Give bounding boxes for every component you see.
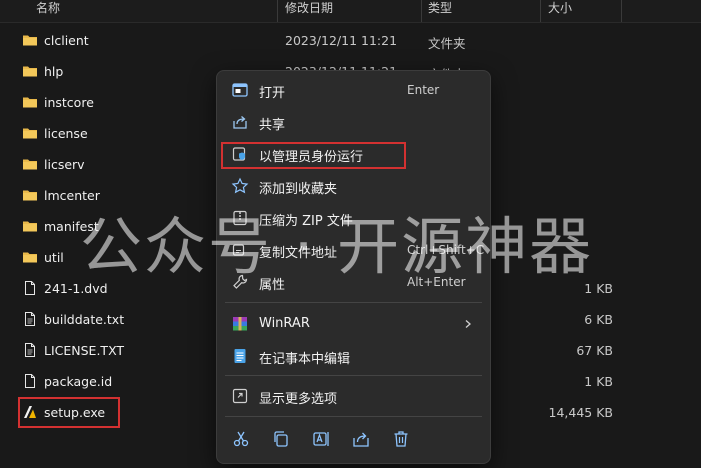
menu-item-edit-notepad[interactable]: 在记事本中编辑 <box>217 341 490 371</box>
column-divider[interactable] <box>540 0 541 22</box>
column-divider[interactable] <box>621 0 622 22</box>
column-size[interactable]: 大小 <box>548 0 572 20</box>
menu-item-label: 显示更多选项 <box>259 392 338 407</box>
menu-item-label: 打开 <box>259 86 286 101</box>
menu-item-label: 属性 <box>259 278 286 293</box>
file-name: LICENSE.TXT <box>44 343 125 358</box>
file-size: 67 KB <box>576 343 613 358</box>
chevron-right-icon <box>465 320 471 328</box>
folder-icon <box>23 97 37 108</box>
folder-icon <box>23 35 37 46</box>
file-name: lmcenter <box>44 188 100 203</box>
more-options-icon <box>232 388 248 404</box>
file-icon <box>25 374 35 388</box>
file-icon <box>25 281 35 295</box>
highlight-box-setup <box>18 397 120 428</box>
folder-icon <box>23 252 37 263</box>
menu-separator <box>225 302 482 303</box>
file-name: 241-1.dvd <box>44 281 108 296</box>
menu-item-properties[interactable]: 属性 Alt+Enter <box>217 267 490 297</box>
file-name: clclient <box>44 33 89 48</box>
star-icon <box>231 177 249 194</box>
notepad-icon <box>234 349 246 363</box>
winrar-icon <box>233 317 247 331</box>
menu-item-compress-zip[interactable]: 压缩为 ZIP 文件 <box>217 203 490 233</box>
menu-item-winrar[interactable]: WinRAR <box>217 309 490 339</box>
share-icon <box>233 116 247 129</box>
zip-icon <box>233 210 247 226</box>
column-type[interactable]: 类型 <box>428 0 452 20</box>
menu-item-add-favorite[interactable]: 添加到收藏夹 <box>217 171 490 201</box>
menu-separator <box>225 375 482 376</box>
file-size: 1 KB <box>584 281 613 296</box>
rename-icon[interactable] <box>311 429 331 449</box>
file-size: 6 KB <box>584 312 613 327</box>
file-size: 1 KB <box>584 374 613 389</box>
folder-icon <box>23 159 37 170</box>
menu-item-open[interactable]: 打开 Enter <box>217 75 490 105</box>
file-icon <box>25 312 35 326</box>
folder-icon <box>23 128 37 139</box>
menu-item-shortcut: Alt+Enter <box>407 275 466 289</box>
copy-path-icon <box>232 244 245 256</box>
file-name: hlp <box>44 64 64 79</box>
file-name: license <box>44 126 88 141</box>
file-icon <box>25 343 35 357</box>
menu-item-shortcut: Enter <box>407 83 440 97</box>
open-icon <box>232 83 248 97</box>
column-divider[interactable] <box>277 0 278 22</box>
copy-icon[interactable] <box>271 429 291 449</box>
cut-icon[interactable] <box>231 429 251 449</box>
menu-item-label: 共享 <box>259 118 286 133</box>
delete-icon[interactable] <box>391 429 411 449</box>
menu-item-share[interactable]: 共享 <box>217 107 490 137</box>
file-name: instcore <box>44 95 94 110</box>
menu-separator <box>225 416 482 417</box>
menu-item-label: 复制文件地址 <box>259 246 338 261</box>
column-divider[interactable] <box>421 0 422 22</box>
column-name[interactable]: 名称 <box>36 0 60 20</box>
file-name: manifest <box>44 219 99 234</box>
folder-icon <box>23 190 37 201</box>
folder-icon <box>23 221 37 232</box>
menu-item-copy-path[interactable]: 复制文件地址 Ctrl+Shift+C <box>217 235 490 265</box>
wrench-icon <box>233 274 248 289</box>
context-menu: 打开 Enter 共享 以管理员身份运行 添加到收藏夹 压缩为 ZIP 文件 复… <box>216 70 491 464</box>
file-type: 文件夹 <box>428 36 466 51</box>
menu-item-shortcut: Ctrl+Shift+C <box>407 243 485 257</box>
menu-item-more-options[interactable]: 显示更多选项 <box>217 381 490 411</box>
file-name: util <box>44 250 64 265</box>
column-header: 名称 修改日期 类型 大小 <box>0 0 701 23</box>
column-date[interactable]: 修改日期 <box>285 0 333 20</box>
file-name: package.id <box>44 374 113 389</box>
file-name: licserv <box>44 157 85 172</box>
highlight-box-run-as-admin <box>221 142 406 169</box>
file-date: 2023/12/11 11:21 <box>285 33 398 48</box>
menu-item-label: WinRAR <box>259 316 310 331</box>
share-icon[interactable] <box>351 429 371 449</box>
folder-icon <box>23 66 37 77</box>
file-size: 14,445 KB <box>548 405 613 420</box>
table-row[interactable]: clclient 2023/12/11 11:21 文件夹 <box>0 25 701 56</box>
menu-item-label: 添加到收藏夹 <box>259 182 338 197</box>
menu-item-label: 压缩为 ZIP 文件 <box>259 214 353 229</box>
file-name: builddate.txt <box>44 312 125 327</box>
menu-item-label: 在记事本中编辑 <box>259 352 351 367</box>
